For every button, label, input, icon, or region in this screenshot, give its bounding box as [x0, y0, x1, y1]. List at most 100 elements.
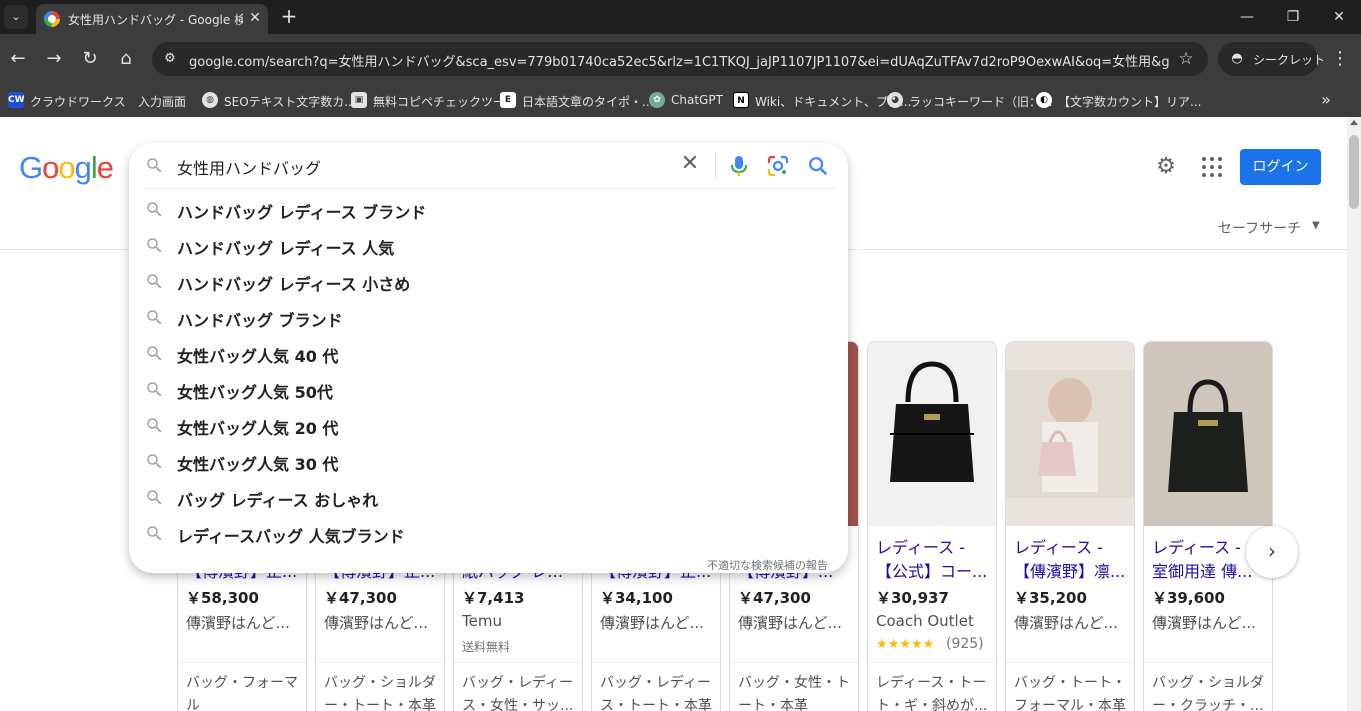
crowdworks-icon: CW	[8, 92, 25, 108]
card-divider	[592, 662, 720, 663]
back-arrow-icon[interactable]: ←	[6, 47, 30, 71]
search-input[interactable]: 女性用ハンドバッグ	[177, 155, 321, 179]
search-icon	[147, 238, 162, 253]
suggestion-text: 女性バッグ人気 50代	[177, 383, 333, 402]
product-price: ￥34,100	[600, 589, 673, 607]
minimize-icon[interactable]: —	[1236, 6, 1258, 28]
search-suggestion[interactable]: 女性バッグ人気 50代	[129, 371, 848, 407]
home-icon[interactable]: ⌂	[114, 47, 138, 71]
bookmarks-overflow-chevron-icon[interactable]: »	[1316, 89, 1336, 111]
product-image[interactable]	[1006, 342, 1134, 526]
free-shipping-label: 送料無料	[462, 640, 511, 654]
safesearch-menu[interactable]: セーフサーチ	[1218, 218, 1301, 238]
product-image[interactable]	[868, 342, 996, 526]
product-card[interactable]: レディース - 【公式】コー... ￥30,937 Coach Outlet ★…	[867, 341, 997, 711]
product-category[interactable]: レディース -	[876, 534, 990, 558]
search-suggestion[interactable]: ハンドバッグ レディース ブランド	[129, 191, 848, 227]
product-seller: 傳濱野はんど...	[1152, 614, 1256, 632]
bookmark-star-icon[interactable]: ☆	[1175, 48, 1197, 70]
product-seller: Coach Outlet	[876, 612, 974, 630]
bookmark-label: ChatGPT	[671, 93, 723, 107]
login-button[interactable]: ログイン	[1240, 149, 1321, 185]
scroll-up-arrow-icon[interactable]	[1350, 120, 1358, 125]
incognito-chip[interactable]: ◓ シークレット	[1218, 42, 1325, 76]
product-tags: バッグ・ショルダ	[1152, 675, 1264, 691]
product-tags: バッグ・レディー	[600, 675, 712, 691]
search-suggestion[interactable]: レディースバッグ 人気ブランド	[129, 515, 848, 551]
address-url[interactable]: google.com/search?q=女性用ハンドバッグ&sca_esv=77…	[189, 51, 1169, 70]
suggestion-text: バッグ レディース おしゃれ	[177, 491, 379, 510]
carousel-next-chevron-icon[interactable]: ›	[1246, 526, 1298, 578]
browser-toolbar: ← → ↻ ⌂ ⚙ google.com/search?q=女性用ハンドバッグ&…	[0, 34, 1361, 84]
search-suggestion[interactable]: ハンドバッグ レディース 小さめ	[129, 263, 848, 299]
black-handbag-image	[1144, 342, 1272, 526]
notion-icon: N	[733, 92, 749, 108]
search-suggestion[interactable]: 女性バッグ人気 20 代	[129, 407, 848, 443]
product-card[interactable]: レディース - 【傳濱野】凛... ￥35,200 傳濱野はんど... バッグ・…	[1005, 341, 1135, 711]
google-logo[interactable]: Google	[19, 150, 114, 186]
bookmark-label: クラウドワークス	[30, 95, 126, 109]
search-suggestion[interactable]: ハンドバッグ レディース 人気	[129, 227, 848, 263]
card-divider	[178, 662, 306, 663]
product-tags: バッグ・女性・ト	[738, 675, 850, 691]
bookmark-label: 【文字数カウント】リア...	[1058, 95, 1202, 109]
google-apps-grid-icon[interactable]	[1200, 155, 1224, 179]
incognito-label: シークレット	[1253, 53, 1326, 67]
browser-tab-active[interactable]: 女性用ハンドバッグ - Google 検索 ✕	[36, 4, 268, 34]
card-divider	[1006, 662, 1134, 663]
voice-search-mic-icon[interactable]	[729, 155, 749, 177]
search-submit-icon[interactable]	[807, 155, 829, 177]
product-tags: バッグ・トート・	[1014, 675, 1126, 691]
product-tags: レディース・トー	[876, 675, 987, 691]
product-image[interactable]	[1144, 342, 1272, 526]
restore-icon[interactable]: ❐	[1282, 6, 1304, 28]
address-bar[interactable]: ⚙ google.com/search?q=女性用ハンドバッグ&sca_esv=…	[152, 42, 1208, 76]
suggestion-text: ハンドバッグ ブランド	[177, 311, 343, 330]
product-tags: ート・本革	[738, 698, 808, 711]
site-info-tune-icon[interactable]: ⚙	[160, 49, 180, 69]
scrollbar-thumb[interactable]	[1349, 135, 1359, 209]
suggestion-text: ハンドバッグ レディース 小さめ	[177, 275, 411, 294]
product-title[interactable]: 【公式】コー...	[876, 558, 990, 582]
page-scrollbar[interactable]	[1347, 117, 1361, 711]
search-icon	[147, 526, 162, 541]
bookmark-label: 日本語文章のタイポ・...	[522, 95, 654, 109]
rating-stars-icon: ★★★★★	[876, 637, 935, 652]
product-tags: フォーマル・本革	[1014, 698, 1126, 711]
pink-handbag-image	[1006, 370, 1134, 498]
card-divider	[454, 662, 582, 663]
clear-search-x-icon[interactable]: ✕	[677, 151, 703, 177]
tab-close-icon[interactable]: ✕	[246, 9, 264, 27]
product-tags: バッグ・フォーマ	[186, 675, 298, 691]
search-box-dropdown: 女性用ハンドバッグ ✕ ハンドバッグ レディース ブランド ハンドバッグ レディ…	[129, 143, 848, 573]
search-suggestion[interactable]: バッグ レディース おしゃれ	[129, 479, 848, 515]
logo-letter: o	[42, 150, 59, 185]
product-tags: ー・トート・本革	[324, 698, 436, 711]
forward-arrow-icon[interactable]: →	[42, 47, 66, 71]
product-card[interactable]: レディース - 皇 室御用達 傳... ￥39,600 傳濱野はんど... バッ…	[1143, 341, 1273, 711]
browser-menu-kebab-icon[interactable]: ⋮	[1330, 48, 1350, 70]
search-suggestion[interactable]: ハンドバッグ ブランド	[129, 299, 848, 335]
product-title[interactable]: 【傳濱野】凛...	[1014, 558, 1128, 582]
product-tags: ル	[186, 698, 200, 711]
bookmark-label: SEOテキスト文字数カ...	[224, 95, 356, 109]
search-icon	[147, 490, 162, 505]
search-icon	[147, 454, 162, 469]
report-suggestions-link[interactable]: 不適切な検索候補の報告	[707, 557, 828, 573]
search-suggestion[interactable]: 女性バッグ人気 30 代	[129, 443, 848, 479]
tab-search-chevron-icon[interactable]: ⌄	[4, 5, 28, 29]
window-close-icon[interactable]: ✕	[1328, 6, 1350, 28]
reload-icon[interactable]: ↻	[78, 47, 102, 71]
search-suggestion[interactable]: 女性バッグ人気 40 代	[129, 335, 848, 371]
suggestion-text: レディースバッグ 人気ブランド	[177, 527, 405, 546]
google-favicon-icon	[44, 11, 60, 27]
product-category[interactable]: レディース -	[1014, 534, 1128, 558]
bookmark-label: 入力画面	[138, 95, 187, 109]
search-icon	[147, 274, 162, 289]
settings-gear-icon[interactable]: ⚙	[1154, 155, 1178, 179]
new-tab-plus-icon[interactable]: +	[278, 5, 300, 27]
rating-count: (925)	[946, 636, 984, 652]
product-price: ￥58,300	[186, 589, 259, 607]
google-lens-icon[interactable]	[767, 155, 789, 177]
safesearch-caret-icon[interactable]: ▼	[1312, 220, 1320, 231]
